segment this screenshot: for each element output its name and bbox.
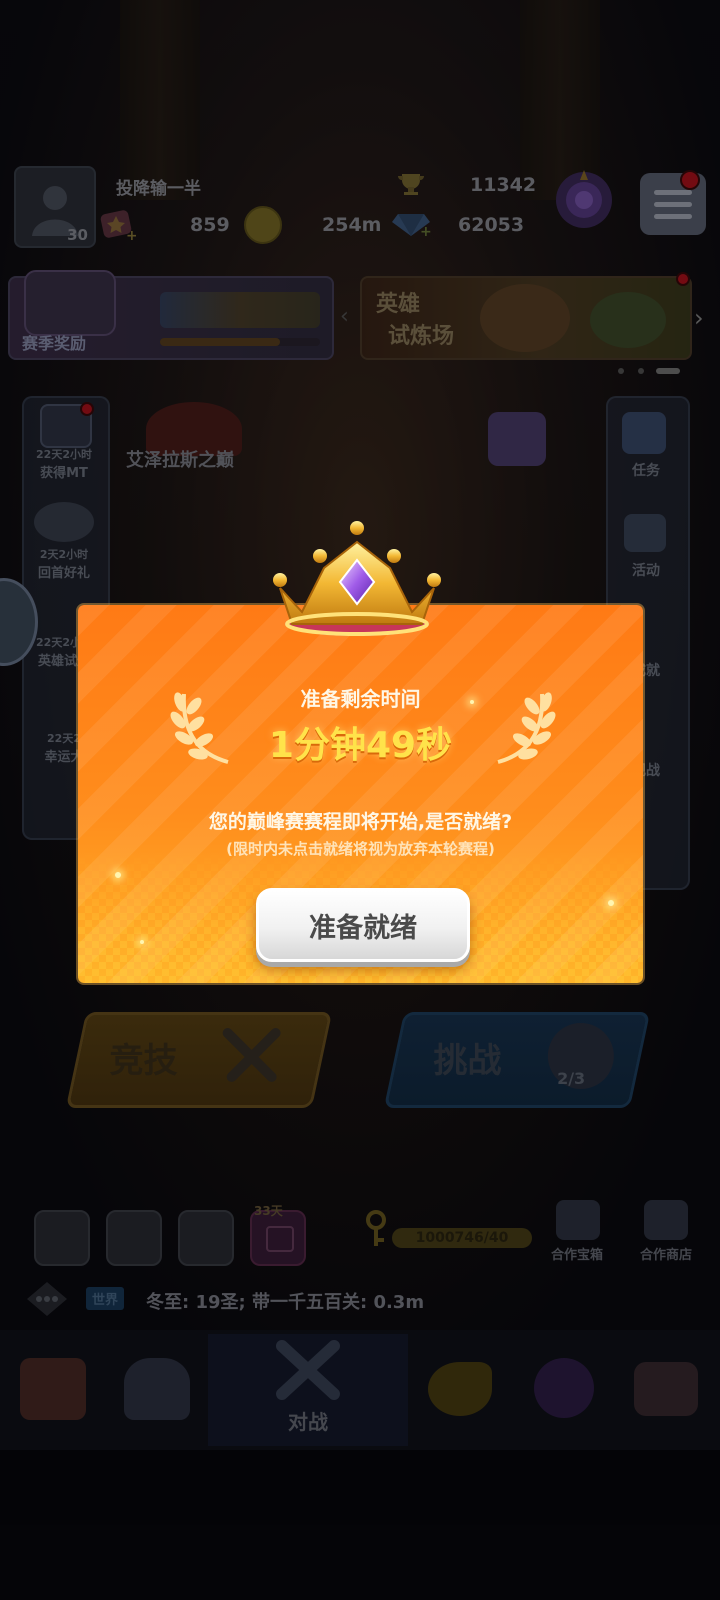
dialog-title: 准备剩余时间 <box>300 687 421 711</box>
sparkle <box>608 900 614 906</box>
countdown-timer: 1分钟49秒 <box>268 725 453 766</box>
dialog-note: (限时内未点击就绪将视为放弃本轮赛程) <box>226 840 495 858</box>
ready-button[interactable]: 准备就绪 <box>256 888 470 962</box>
crown-icon <box>262 520 452 650</box>
dialog-message: 您的巅峰赛赛程即将开始,是否就绪? <box>208 811 513 833</box>
sparkle <box>140 940 144 944</box>
sparkle <box>470 700 474 704</box>
sparkle <box>115 872 121 878</box>
